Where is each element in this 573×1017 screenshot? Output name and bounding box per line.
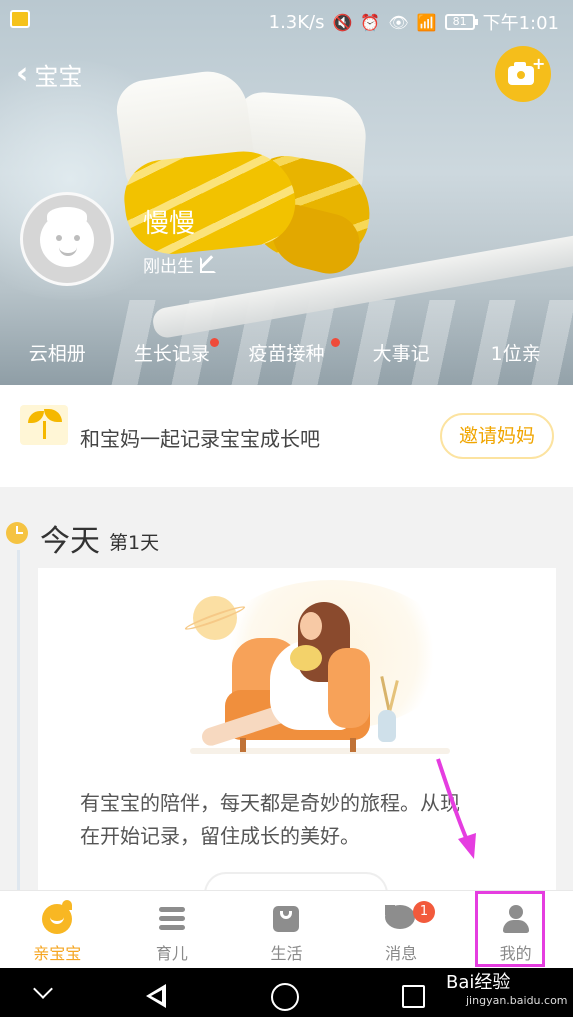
list-bar [158, 916, 185, 921]
baby-in-arms [290, 645, 322, 671]
clock-hand-minute [16, 532, 23, 534]
message-badge: 1 [413, 901, 435, 923]
baby-age-edit[interactable]: 刚出生 [143, 252, 216, 277]
bag-body [273, 906, 300, 932]
chevron-left-icon: ‹ [16, 56, 29, 91]
alarm-icon: ⏰ [360, 12, 381, 32]
menu-growth-record[interactable]: 生长记录 [115, 336, 230, 372]
vase-icon [378, 710, 396, 742]
mute-icon: 🔇 [332, 12, 353, 32]
baby-name: 慢慢 [143, 209, 196, 239]
menu-label: 大事记 [372, 343, 430, 365]
new-dot [331, 338, 341, 347]
network-speed: 1.3K/s [268, 11, 325, 33]
tab-label: 消息 [385, 944, 418, 963]
baby-face-icon [41, 900, 73, 934]
annotation-highlight-box [475, 891, 545, 967]
menu-label: 1位亲 [490, 343, 541, 365]
status-right-group: 1.3K/s 🔇 ⏰ 👁 📶 81 下午1:01 [269, 9, 559, 35]
edit-icon [200, 256, 216, 273]
watermark-brand: Bai经验 [446, 972, 511, 993]
baby-tuft [62, 900, 73, 910]
baby-hair [47, 207, 87, 225]
banner-menu: 云相册 生长记录 疫苗接种 大事记 1位亲 [0, 336, 573, 372]
back-button[interactable]: ‹ 宝宝 [16, 56, 82, 92]
shopping-bag-icon [270, 903, 302, 933]
day-count: 第1天 [109, 532, 160, 554]
armchair-leg [240, 738, 246, 752]
timeline-line [17, 550, 20, 910]
leaf-left [28, 411, 44, 423]
tab-life[interactable]: 生活 [229, 891, 344, 968]
menu-vaccination[interactable]: 疫苗接种 [229, 336, 344, 372]
bag-handle [280, 911, 293, 919]
tab-messages[interactable]: 消息 [344, 891, 459, 968]
status-bar: 1.3K/s 🔇 ⏰ 👁 📶 81 下午1:01 [0, 0, 573, 40]
add-photo-button[interactable]: + [495, 46, 551, 102]
nav-recent-apps-icon[interactable] [402, 985, 425, 1008]
baby-smile [50, 916, 65, 924]
invite-mom-button[interactable]: 邀请妈妈 [440, 413, 554, 459]
back-label: 宝宝 [34, 62, 83, 91]
clock-time: 下午1:01 [482, 13, 559, 34]
invite-text: 和宝妈一起记录宝宝成长吧 [80, 427, 320, 451]
nav-back-icon-inner [151, 990, 162, 1002]
baby-age-label: 刚出生 [143, 257, 194, 277]
armchair-arm [328, 648, 370, 728]
plus-icon: + [532, 54, 546, 73]
menu-label: 生长记录 [133, 343, 210, 365]
menu-cloud-album[interactable]: 云相册 [0, 336, 115, 372]
menu-label: 云相册 [28, 343, 86, 365]
menu-family-members[interactable]: 1位亲 [458, 336, 573, 372]
watermark-url: jingyan.baidu.com [466, 994, 568, 1007]
invite-bar: 和宝妈一起记录宝宝成长吧 邀请妈妈 [0, 385, 573, 487]
nav-home-icon[interactable] [271, 983, 299, 1011]
list-bar [158, 925, 185, 930]
tab-parenting[interactable]: 育儿 [115, 891, 230, 968]
list-bar [158, 907, 185, 912]
annotation-arrow [436, 758, 476, 859]
app-notification-icon [10, 10, 30, 28]
tab-label: 育儿 [155, 944, 188, 963]
baby-face-icon-circle [42, 900, 73, 934]
eye-icon: 👁 [388, 12, 409, 32]
baby-eye-left [56, 235, 62, 241]
stem [43, 421, 46, 439]
tab-label: 生活 [270, 944, 303, 963]
baby-avatar[interactable] [20, 192, 114, 286]
armchair-leg [350, 738, 356, 752]
tab-label: 亲宝宝 [33, 944, 82, 963]
header-banner [0, 0, 573, 385]
camera-lens [515, 69, 527, 81]
leaf-right [44, 409, 62, 422]
baby-eye-right [74, 235, 80, 241]
sprout-icon [20, 405, 68, 445]
illustration-floor [190, 748, 450, 754]
new-dot [209, 338, 219, 347]
wifi-icon: 📶 [416, 12, 437, 32]
today-label: 今天 [40, 524, 100, 559]
battery-icon: 81 [444, 14, 478, 30]
clock-icon [6, 522, 28, 544]
menu-milestones[interactable]: 大事记 [344, 336, 459, 372]
list-icon [156, 903, 188, 933]
menu-label: 疫苗接种 [248, 343, 325, 365]
tab-home[interactable]: 亲宝宝 [0, 891, 115, 968]
chat-bubble-icon [385, 903, 417, 933]
mother-face [300, 612, 322, 640]
chat-bubble-tail [385, 905, 396, 915]
